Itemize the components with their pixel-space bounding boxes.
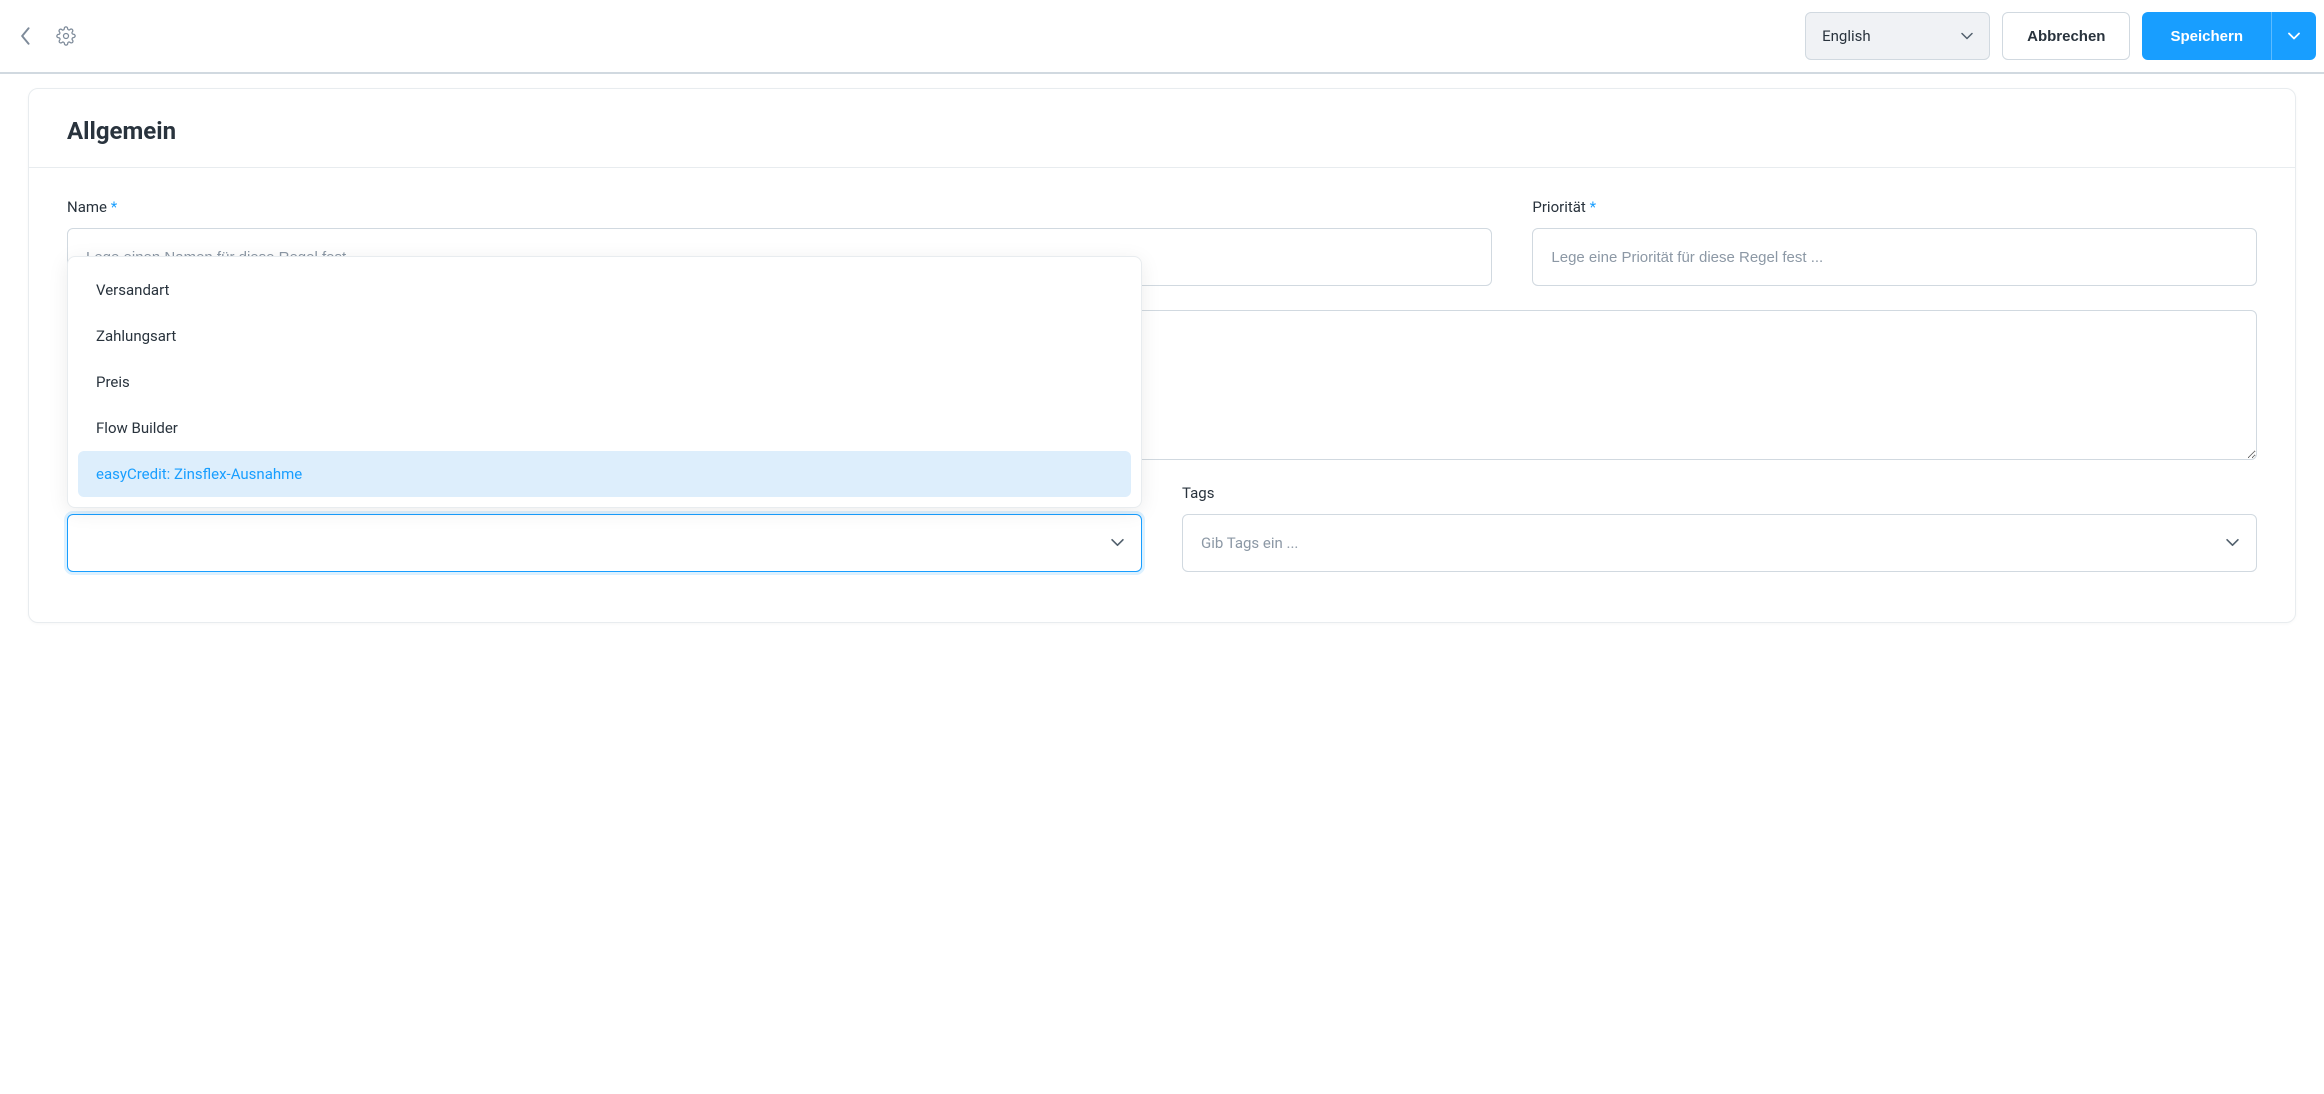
tags-label: Tags [1182, 484, 2257, 502]
card-title: Allgemein [67, 117, 2257, 145]
type-select[interactable] [67, 514, 1142, 572]
top-left-actions [8, 24, 78, 48]
dropdown-item[interactable]: Preis [78, 359, 1131, 405]
tags-select-wrapper: Gib Tags ein ... [1182, 514, 2257, 572]
settings-button[interactable] [54, 24, 78, 48]
language-select[interactable]: English [1805, 12, 1990, 60]
type-group: VersandartZahlungsartPreisFlow Builderea… [67, 514, 1142, 572]
page-content: Allgemein Name * Priorität * [0, 74, 2324, 637]
tags-placeholder: Gib Tags ein ... [1201, 534, 1298, 552]
chevron-down-icon [1961, 32, 1973, 40]
save-dropdown-button[interactable] [2271, 12, 2316, 60]
priority-label-text: Priorität [1532, 198, 1585, 216]
gear-icon [56, 26, 76, 46]
priority-input[interactable] [1532, 228, 2257, 286]
top-right-actions: English Abbrechen Speichern [1805, 12, 2316, 60]
save-button-group: Speichern [2142, 12, 2316, 60]
card-body: Name * Priorität * VersandartZahlun [29, 168, 2295, 622]
top-bar: English Abbrechen Speichern [0, 0, 2324, 74]
back-button[interactable] [14, 24, 38, 48]
priority-group: Priorität * [1532, 198, 2257, 286]
cancel-button[interactable]: Abbrechen [2002, 12, 2130, 60]
dropdown-item[interactable]: Flow Builder [78, 405, 1131, 451]
tags-select[interactable]: Gib Tags ein ... [1182, 514, 2257, 572]
dropdown-item[interactable]: Versandart [78, 267, 1131, 313]
tags-group: Tags Gib Tags ein ... [1182, 484, 2257, 572]
chevron-down-icon [2288, 32, 2300, 40]
card-header: Allgemein [29, 89, 2295, 168]
general-card: Allgemein Name * Priorität * [28, 88, 2296, 623]
dropdown-item[interactable]: easyCredit: Zinsflex-Ausnahme [78, 451, 1131, 497]
required-indicator: * [111, 198, 117, 216]
required-indicator: * [1590, 198, 1596, 216]
save-button[interactable]: Speichern [2142, 12, 2271, 60]
row-type-tags: VersandartZahlungsartPreisFlow Builderea… [67, 484, 2257, 572]
priority-label: Priorität * [1532, 198, 2257, 216]
dropdown-item[interactable]: Zahlungsart [78, 313, 1131, 359]
name-label-text: Name [67, 198, 107, 216]
type-dropdown-panel: VersandartZahlungsartPreisFlow Builderea… [67, 256, 1142, 508]
name-label: Name * [67, 198, 1492, 216]
chevron-left-icon [20, 27, 32, 45]
language-label: English [1822, 27, 1871, 45]
type-select-wrapper: VersandartZahlungsartPreisFlow Builderea… [67, 514, 1142, 572]
